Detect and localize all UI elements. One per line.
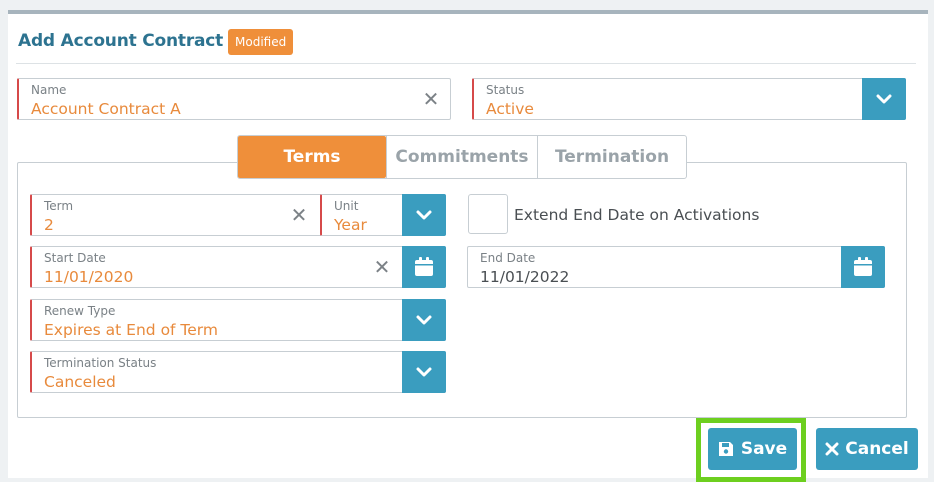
chevron-down-icon — [876, 94, 892, 104]
renew-type-dropdown-button[interactable] — [402, 299, 446, 341]
unit-value: Year — [334, 216, 367, 234]
term-field[interactable]: Term 2 ✕ — [30, 194, 322, 236]
status-value: Active — [486, 100, 534, 118]
end-date-field[interactable]: End Date 11/01/2022 — [467, 246, 885, 288]
unit-label: Unit — [334, 199, 359, 213]
start-date-calendar-button[interactable] — [402, 246, 446, 288]
chevron-down-icon — [416, 315, 432, 325]
termination-status-label: Termination Status — [44, 356, 157, 370]
renew-type-select[interactable]: Renew Type Expires at End of Term — [30, 299, 446, 341]
tab-bar: Terms Commitments Termination — [237, 135, 687, 179]
save-button[interactable]: Save — [708, 428, 797, 470]
clear-icon[interactable]: ✕ — [372, 257, 392, 277]
close-icon — [825, 442, 839, 456]
save-disk-icon — [718, 442, 733, 456]
add-account-contract-dialog: Add Account Contract Modified Name Accou… — [8, 10, 928, 482]
termination-status-select[interactable]: Termination Status Canceled — [30, 351, 446, 393]
term-value: 2 — [44, 216, 54, 234]
name-value: Account Contract A — [31, 100, 181, 118]
chevron-down-icon — [416, 367, 432, 377]
unit-dropdown-button[interactable] — [402, 194, 446, 236]
cancel-button[interactable]: Cancel — [816, 428, 918, 470]
end-date-calendar-button[interactable] — [841, 246, 885, 288]
start-date-value: 11/01/2020 — [44, 268, 134, 286]
extend-end-date-checkbox[interactable] — [468, 194, 508, 234]
tab-termination[interactable]: Termination — [537, 136, 686, 178]
status-label: Status — [486, 83, 525, 97]
term-label: Term — [44, 199, 74, 213]
renew-type-value: Expires at End of Term — [44, 321, 219, 339]
status-dropdown-button[interactable] — [862, 78, 906, 120]
renew-type-label: Renew Type — [44, 304, 116, 318]
tab-terms[interactable]: Terms — [238, 136, 386, 178]
termination-status-dropdown-button[interactable] — [402, 351, 446, 393]
clear-icon[interactable]: ✕ — [289, 205, 309, 225]
name-field[interactable]: Name Account Contract A ✕ — [17, 78, 451, 120]
extend-end-date-label: Extend End Date on Activations — [514, 206, 760, 224]
end-date-value: 11/01/2022 — [480, 268, 570, 286]
calendar-icon — [854, 257, 872, 276]
start-date-field[interactable]: Start Date 11/01/2020 ✕ — [30, 246, 446, 288]
end-date-label: End Date — [480, 251, 536, 265]
tab-commitments[interactable]: Commitments — [386, 136, 537, 178]
unit-select[interactable]: Unit Year — [320, 194, 446, 236]
calendar-icon — [415, 257, 433, 276]
divider — [16, 63, 916, 64]
modified-badge: Modified — [228, 29, 294, 55]
termination-status-value: Canceled — [44, 373, 116, 391]
start-date-label: Start Date — [44, 251, 106, 265]
dialog-title: Add Account Contract — [18, 31, 224, 51]
status-select[interactable]: Status Active — [472, 78, 906, 120]
save-label: Save — [740, 439, 788, 459]
chevron-down-icon — [416, 210, 432, 220]
clear-icon[interactable]: ✕ — [421, 89, 441, 109]
cancel-label: Cancel — [845, 439, 909, 459]
name-label: Name — [31, 83, 67, 97]
